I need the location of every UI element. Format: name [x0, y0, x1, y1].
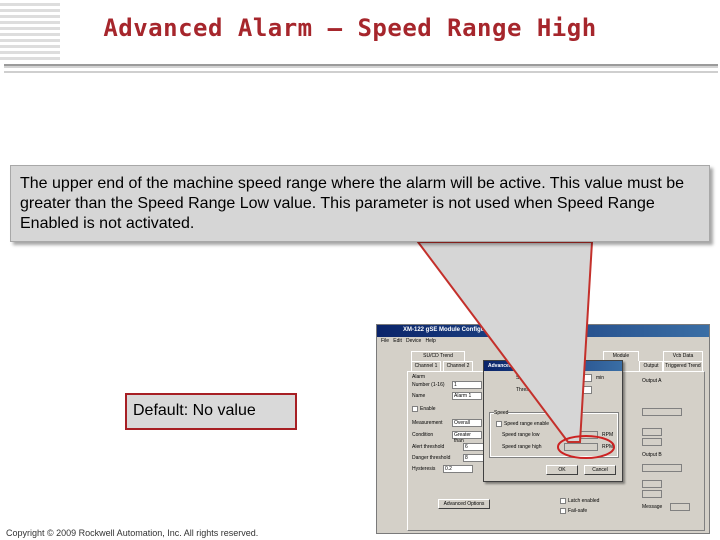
message-label: Message: [642, 504, 663, 510]
latch-enabled-label: Latch enabled: [568, 498, 600, 504]
name-label: Name: [412, 393, 426, 399]
output-field-4[interactable]: [642, 490, 662, 498]
message-field[interactable]: [670, 503, 690, 511]
tab-channel-2[interactable]: Channel 2: [443, 361, 473, 371]
menu-device[interactable]: Device: [406, 338, 421, 344]
speed-range-enable-label: Speed range enable: [504, 421, 550, 427]
config-window-titlebar: XM-122 gSE Module Configuration: [377, 325, 709, 337]
fail-safe-checkbox[interactable]: [560, 508, 566, 514]
speed-range-enable-checkbox[interactable]: [496, 421, 502, 427]
tab-triggered-trend[interactable]: Triggered Trend: [663, 361, 703, 371]
tab-su-cd-trend[interactable]: SU/CD Trend: [411, 351, 465, 361]
speed-range-high-unit: RPM: [602, 444, 614, 450]
danger-threshold-label: Danger threshold: [412, 455, 451, 461]
hysteresis-field[interactable]: 0.2: [443, 465, 473, 473]
slide: Advanced Alarm – Speed Range High XM-122…: [0, 0, 720, 540]
advanced-alarm-titlebar: Advanced Alarm: [484, 361, 622, 371]
title-rule-secondary: [4, 71, 718, 73]
config-window-menubar: File Edit Device Help: [377, 337, 709, 346]
output-field-1[interactable]: [642, 428, 662, 436]
speed-range-low-field[interactable]: [564, 431, 598, 439]
condition-label: Condition: [412, 432, 434, 438]
description-callout: The upper end of the machine speed range…: [10, 165, 710, 242]
condition-select[interactable]: Greater than: [452, 431, 482, 444]
output-b-label: Output B: [642, 452, 662, 458]
tab-vcb-data[interactable]: Vcb Data: [663, 351, 703, 361]
enable-checkbox[interactable]: [412, 406, 418, 412]
threshold-multiplier-field[interactable]: [562, 386, 592, 394]
startup-period-field[interactable]: [554, 374, 592, 382]
speed-group-label: Speed: [494, 410, 509, 416]
alarm-group-label: Alarm: [412, 374, 426, 380]
output-select-1[interactable]: [642, 408, 682, 416]
menu-help[interactable]: Help: [426, 338, 436, 344]
hysteresis-label: Hysteresis: [412, 466, 436, 472]
measurement-label: Measurement: [412, 420, 443, 426]
speed-range-high-label: Speed range high: [502, 444, 542, 450]
measurement-select[interactable]: Overall: [452, 419, 482, 427]
enable-label: Enable: [420, 406, 436, 412]
alert-threshold-label: Alert threshold: [412, 444, 445, 450]
number-label: Number (1-16): [412, 382, 445, 388]
cancel-button[interactable]: Cancel: [584, 465, 616, 475]
number-field[interactable]: 1: [452, 381, 482, 389]
startup-unit: min: [596, 375, 605, 381]
default-value-box: Default: No value: [125, 393, 297, 430]
threshold-multiplier-label: Threshold multiplier: [516, 387, 560, 393]
name-field[interactable]: Alarm 1: [452, 392, 482, 400]
output-field-2[interactable]: [642, 438, 662, 446]
fail-safe-label: Fail-safe: [568, 508, 588, 514]
advanced-alarm-dialog: Advanced Alarm Startup period min Thresh…: [483, 360, 623, 482]
tab-output[interactable]: Output: [639, 361, 663, 371]
menu-edit[interactable]: Edit: [393, 338, 402, 344]
tab-channel-1[interactable]: Channel 1: [411, 361, 441, 371]
startup-period-label: Startup period: [516, 375, 548, 381]
output-select-2[interactable]: [642, 464, 682, 472]
copyright-footer: Copyright © 2009 Rockwell Automation, In…: [6, 528, 259, 538]
menu-file[interactable]: File: [381, 338, 389, 344]
advanced-options-button[interactable]: Advanced Options: [438, 499, 490, 509]
output-field-3[interactable]: [642, 480, 662, 488]
output-a-label: Output A: [642, 378, 662, 384]
speed-range-low-unit: RPM: [602, 432, 614, 438]
speed-range-high-field[interactable]: [564, 443, 598, 451]
slide-title: Advanced Alarm – Speed Range High: [103, 14, 597, 42]
latch-enabled-checkbox[interactable]: [560, 498, 566, 504]
ok-button[interactable]: OK: [546, 465, 578, 475]
title-rule: [4, 64, 718, 68]
speed-range-low-label: Speed range low: [502, 432, 540, 438]
